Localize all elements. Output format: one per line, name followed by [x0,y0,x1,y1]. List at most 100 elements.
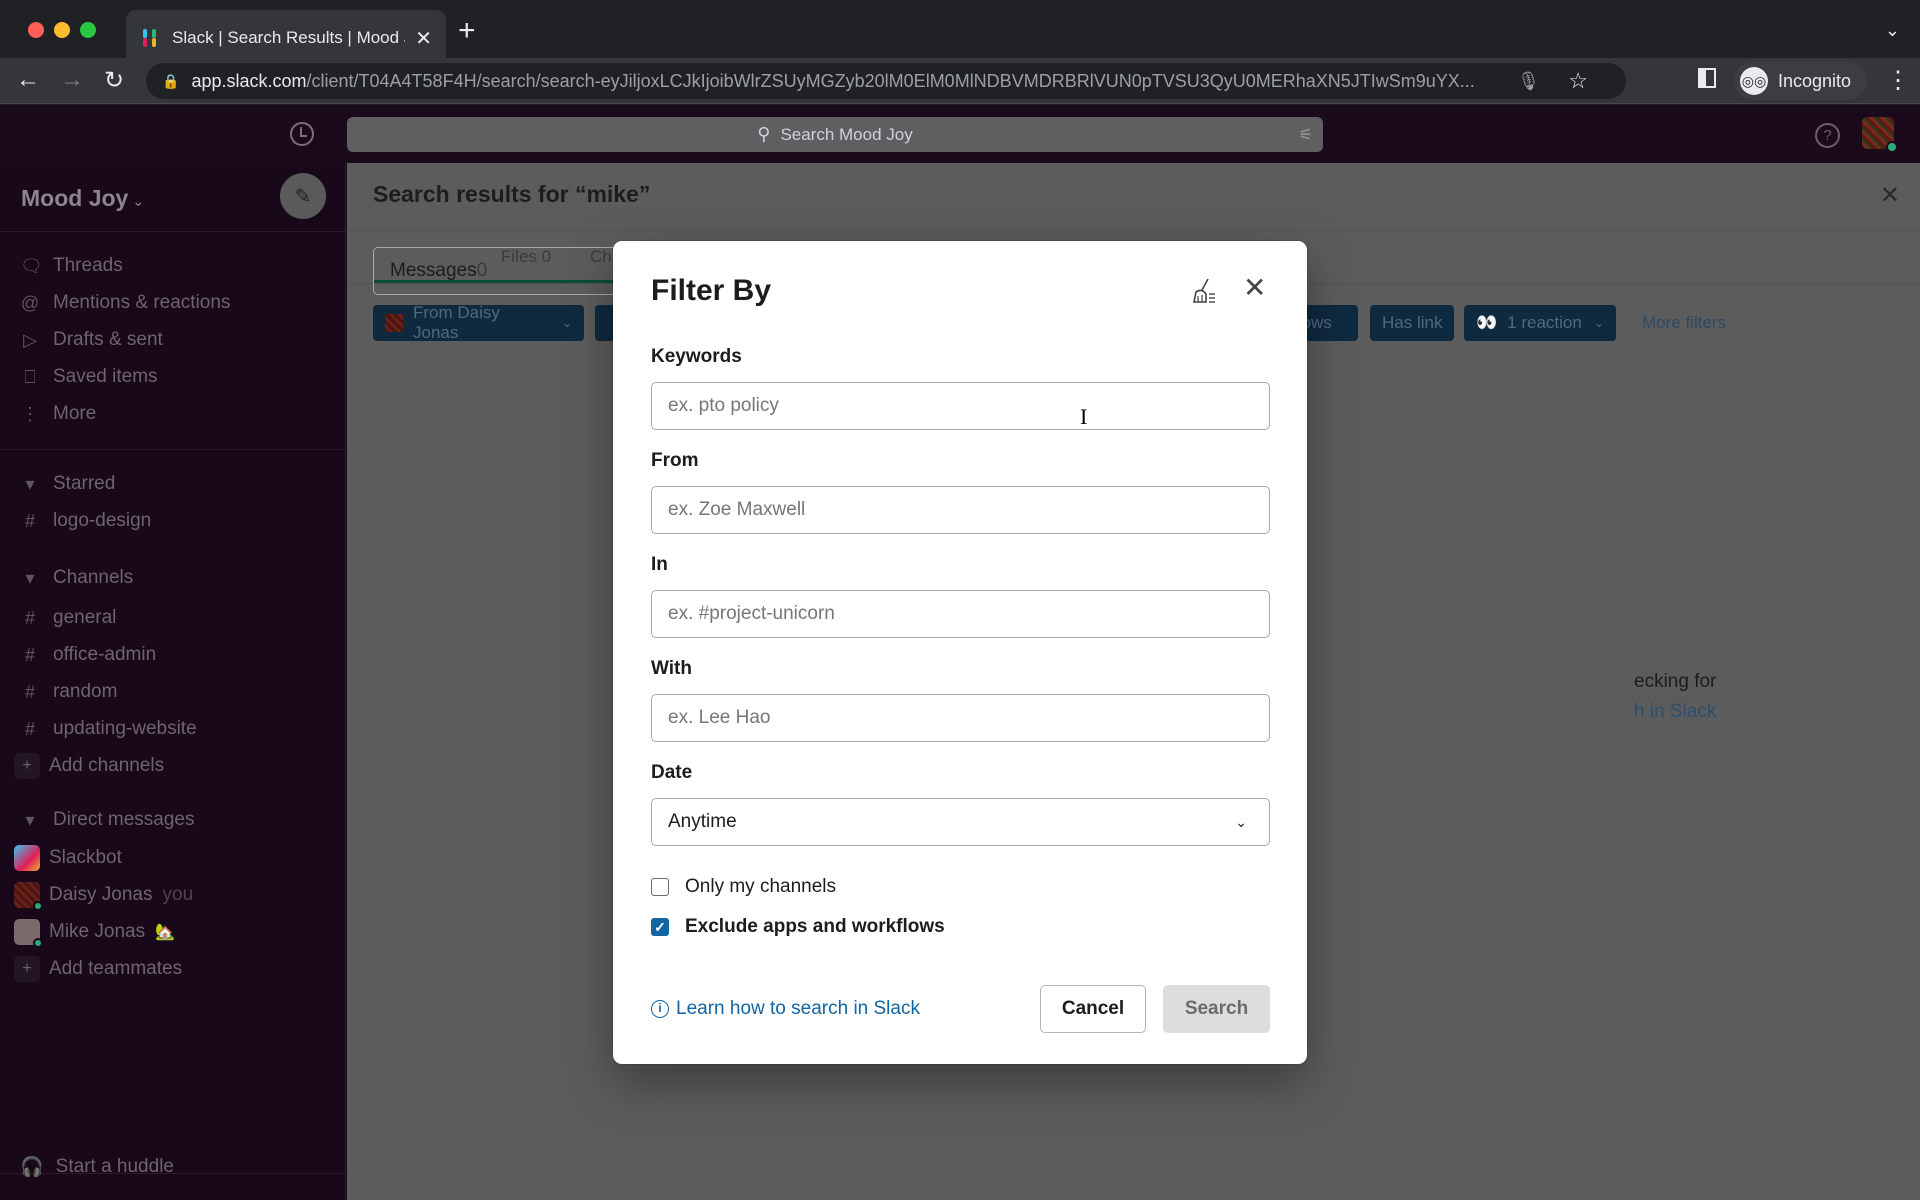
search-button[interactable]: Search [1163,985,1270,1033]
close-window-button[interactable] [28,22,44,38]
modal-title: Filter By [651,274,772,307]
learn-search-link[interactable]: i Learn how to search in Slack [651,998,920,1020]
dm-label: Mike Jonas [49,921,146,942]
channel-label: logo-design [53,510,152,531]
caret-down-icon: ▾ [25,473,35,494]
new-tab-button[interactable]: + [458,16,476,46]
sidebar-item-threads[interactable]: 🗨 Threads [20,251,123,281]
forward-arrow-icon[interactable]: → [60,66,84,94]
sidebar-item-drafts[interactable]: ▷ Drafts & sent [20,325,163,355]
tab-files[interactable]: Files 0 [501,247,551,267]
start-huddle-button[interactable]: 🎧 Start a huddle [20,1155,174,1179]
user-avatar[interactable] [1862,117,1898,153]
from-filter-chip[interactable]: From Daisy Jonas ⌄ [373,303,584,342]
status-emoji: 🏡 [155,924,176,941]
search-filter-icon[interactable]: ⚟ [1299,125,1313,145]
with-input[interactable] [651,694,1270,742]
date-select[interactable]: Anytime ⌄ [651,798,1270,846]
channel-office-admin[interactable]: # office-admin [20,640,156,670]
tab-channels[interactable]: Ch [590,247,612,267]
channel-label: random [53,681,118,702]
dm-label: Slackbot [49,847,122,868]
date-label: Date [651,762,693,783]
browser-tab-bar: Slack | Search Results | Mood Joy ✕ + ⌄ [0,0,1920,66]
from-input[interactable] [651,486,1270,534]
sidebar-item-more[interactable]: ⋮ More [20,399,96,429]
sidebar-item-label: Threads [53,255,123,276]
close-modal-icon[interactable]: ✕ [1243,273,1266,303]
slackbot-avatar [14,845,40,871]
chevron-down-icon: ⌄ [561,316,573,330]
browser-menu-icon[interactable]: ⋮ [1886,66,1910,95]
mic-blocked-icon[interactable]: 🎙 [1517,71,1540,92]
section-channels[interactable]: ▾ Channels [20,563,133,593]
channel-general[interactable]: # general [20,603,116,633]
keywords-label: Keywords [651,346,742,367]
only-my-channels-checkbox[interactable]: Only my channels [651,876,836,898]
tab-search-chevron-icon[interactable]: ⌄ [1885,20,1900,41]
compose-button[interactable]: ✎ [280,173,326,219]
at-icon: @ [20,292,40,313]
chevron-down-icon: ⌄ [1235,813,1247,830]
channel-updating-website[interactable]: # updating-website [20,714,197,744]
caret-down-icon: ▾ [25,567,35,588]
incognito-profile-button[interactable]: ◎◎ Incognito [1734,62,1868,100]
reload-icon[interactable]: ↻ [104,66,124,95]
sidebar-item-label: More [53,403,97,424]
section-starred[interactable]: ▾ Starred [20,469,115,499]
chip-label: 1 reaction [1507,313,1582,332]
back-arrow-icon[interactable]: ← [16,66,40,94]
broom-clear-icon[interactable] [1188,276,1218,306]
in-input[interactable] [651,590,1270,638]
minimize-window-button[interactable] [54,22,70,38]
history-icon[interactable] [290,122,314,146]
sidebar-item-saved[interactable]: ⎕ Saved items [20,362,158,392]
learn-search-link[interactable]: h in Slack [1634,701,1716,723]
dm-slackbot[interactable]: Slackbot [14,843,122,873]
plus-icon: + [14,956,40,982]
close-tab-icon[interactable]: ✕ [415,26,432,51]
sidebar-item-mentions[interactable]: @ Mentions & reactions [20,288,231,318]
dm-mike-jonas[interactable]: Mike Jonas 🏡 [14,917,176,948]
more-filters-link[interactable]: More filters [1642,313,1726,333]
exclude-apps-label: Exclude apps and workflows [685,916,945,937]
address-bar[interactable]: 🔒 app.slack.com /client/T04A4T58F4H/sear… [146,63,1626,99]
dm-daisy-jonas[interactable]: Daisy Jonas you [14,880,193,911]
chevron-down-icon: ⌄ [132,193,145,209]
workspace-name[interactable]: Mood Joy ⌄ [21,185,144,212]
add-channels-button[interactable]: + Add channels [14,751,164,781]
sidebar-item-label: Mentions & reactions [53,292,231,313]
help-icon[interactable]: ? [1815,123,1840,148]
info-icon: i [651,1000,669,1018]
empty-state-text: ecking for [1634,671,1717,692]
sidebar-item-label: Saved items [53,366,158,387]
close-search-icon[interactable]: ✕ [1880,181,1900,210]
maximize-window-button[interactable] [80,22,96,38]
exclude-apps-checkbox[interactable]: ✓ Exclude apps and workflows [651,916,945,938]
from-label: From [651,450,699,471]
chevron-down-icon: ⌄ [1593,316,1604,330]
channel-logo-design[interactable]: # logo-design [20,506,151,536]
tab-title: Slack | Search Results | Mood Joy [172,28,406,47]
reaction-filter-chip[interactable]: 👀 1 reaction ⌄ [1464,305,1616,341]
channel-label: updating-website [53,718,197,739]
add-teammates-label: Add teammates [49,958,183,979]
add-teammates-button[interactable]: + Add teammates [14,954,183,984]
side-panel-icon[interactable] [1698,68,1716,88]
section-label: Channels [53,567,134,588]
mike-avatar [14,919,43,948]
page-title: Search results for “mike” [373,181,651,207]
headphones-icon: 🎧 [20,1157,44,1178]
online-status-dot [33,938,43,948]
cancel-button[interactable]: Cancel [1040,985,1146,1033]
checkbox-checked[interactable]: ✓ [651,918,669,936]
eyes-emoji-icon: 👀 [1476,313,1498,332]
section-direct-messages[interactable]: ▾ Direct messages [20,805,194,835]
has-link-chip[interactable]: Has link [1370,305,1455,341]
keywords-input[interactable] [651,382,1270,430]
checkbox-unchecked[interactable] [651,878,669,896]
bookmark-star-icon[interactable]: ☆ [1568,68,1588,94]
filter-by-modal: Filter By ✕ Keywords From In With Date A… [613,241,1307,1064]
channel-random[interactable]: # random [20,677,117,707]
workspace-search-bar[interactable]: ⚲ Search Mood Joy ⚟ [347,117,1323,152]
